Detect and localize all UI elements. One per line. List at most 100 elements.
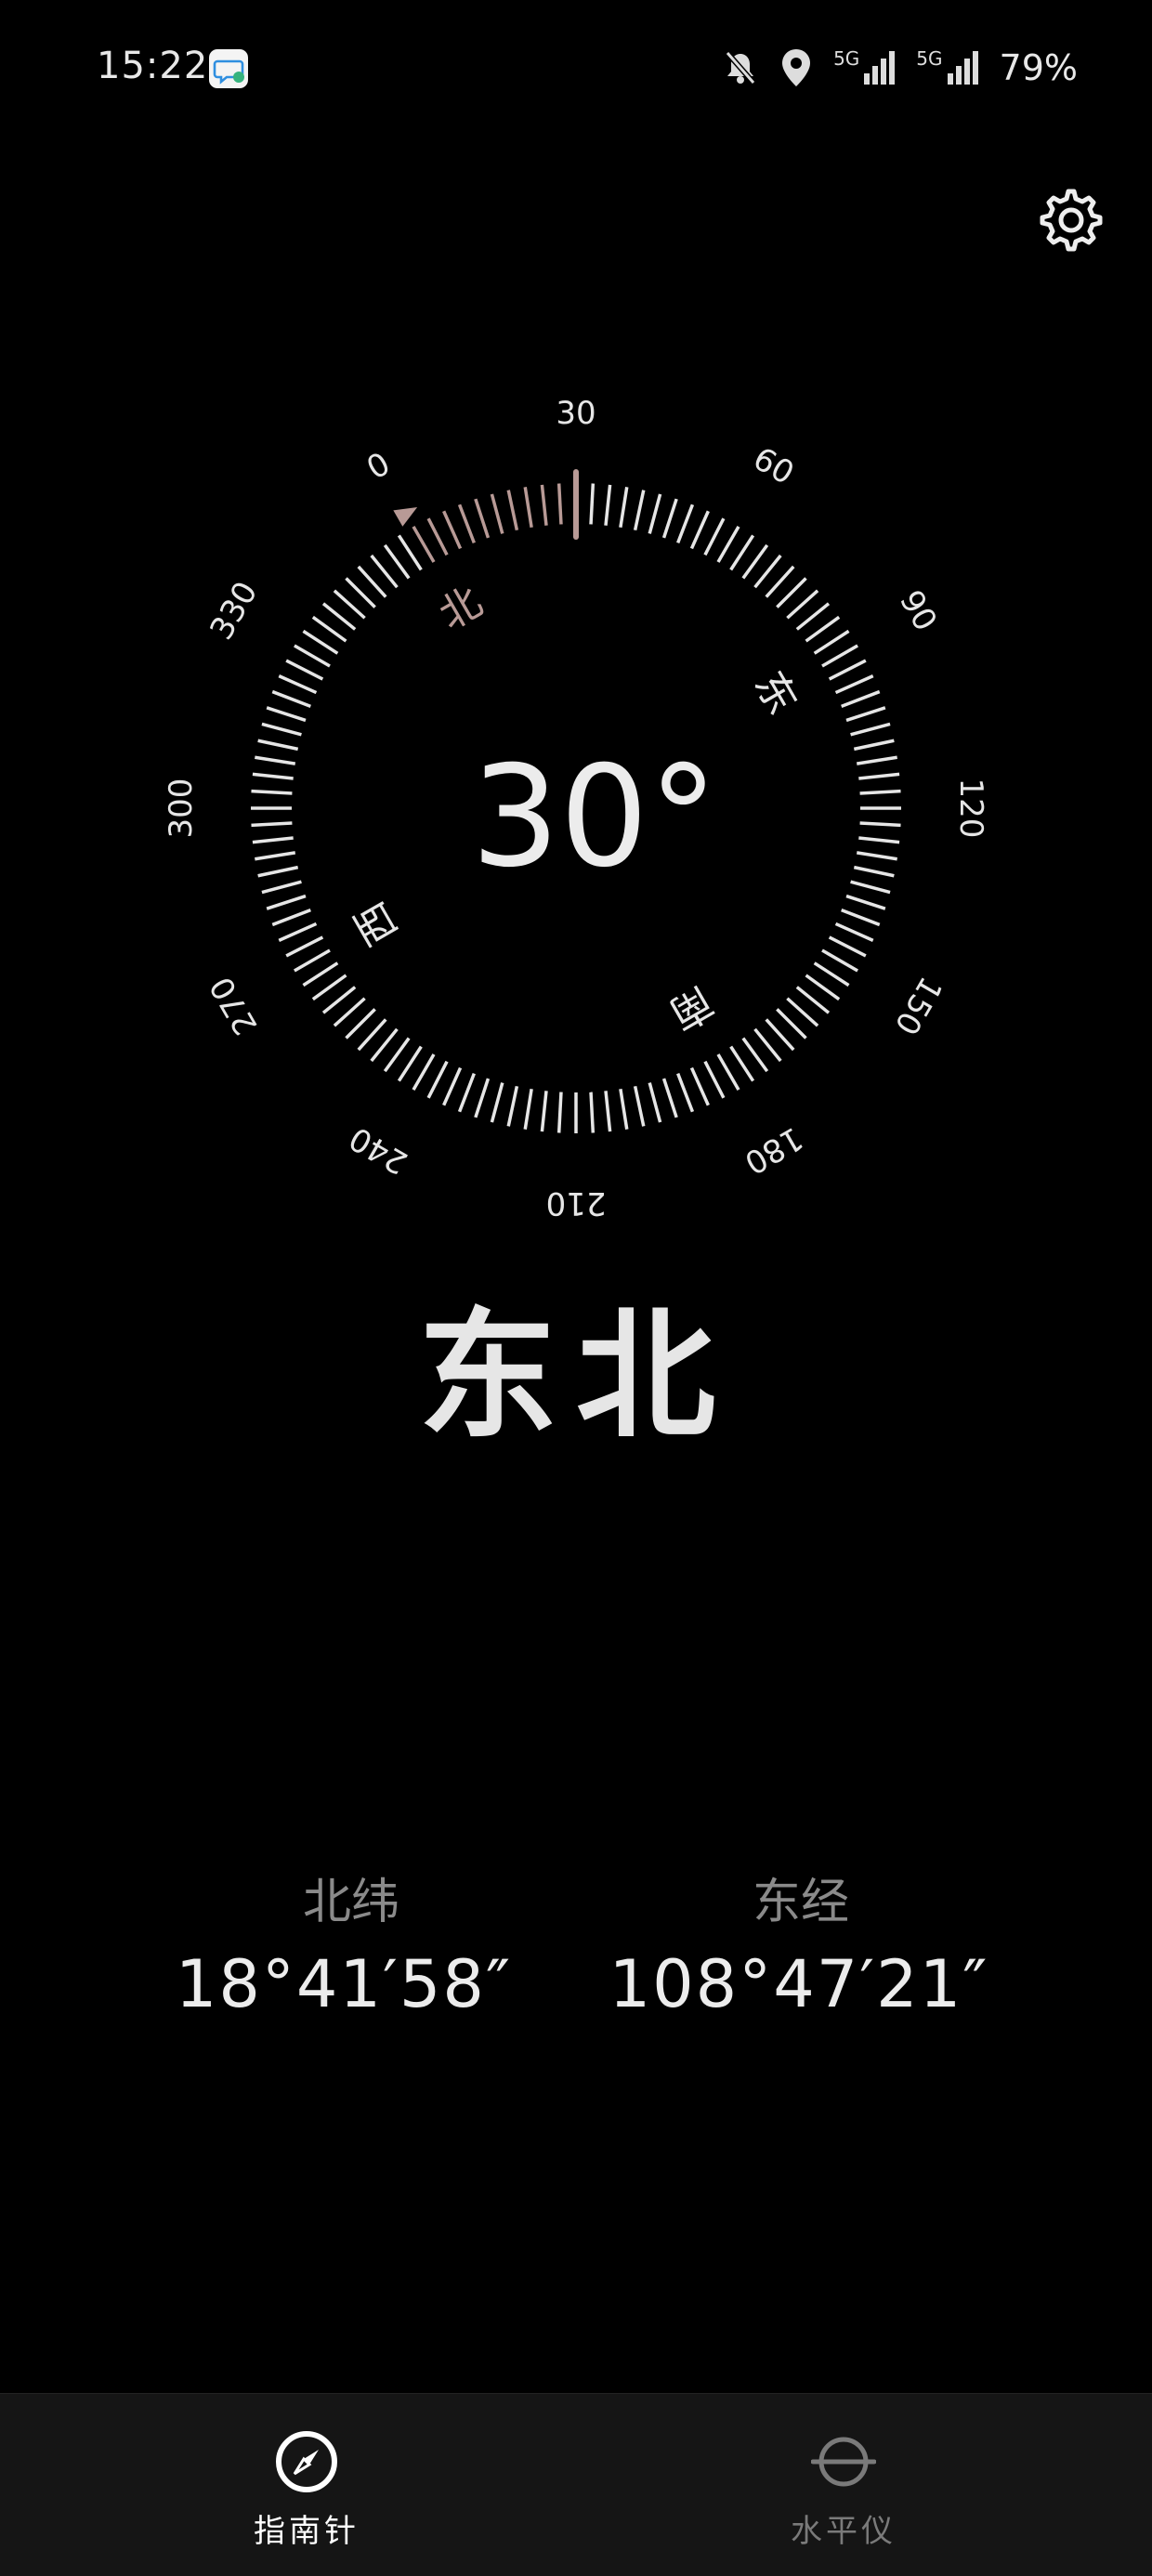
- signal-bars-icon: [864, 51, 896, 85]
- tab-compass[interactable]: 指南针: [167, 2429, 446, 2551]
- network-type-1: 5G: [833, 47, 860, 70]
- dial-tick: [506, 1085, 519, 1127]
- north-pointer-triangle: [393, 507, 418, 527]
- dial-tick: [604, 1091, 612, 1132]
- status-icons: 5G 5G 79%: [722, 45, 1078, 91]
- location-pin-icon: [782, 49, 811, 86]
- degree-label: 180: [738, 1119, 808, 1182]
- dial-tick: [795, 986, 831, 1014]
- dial-tick: [252, 772, 294, 780]
- dial-tick: [266, 706, 307, 723]
- dial-tick: [383, 543, 411, 580]
- dial-tick: [828, 935, 867, 958]
- dial-tick: [523, 1088, 533, 1130]
- degree-label: 60: [747, 440, 800, 492]
- dial-tick: [523, 487, 533, 529]
- dial-tick: [383, 1037, 411, 1073]
- dial-tick: [834, 922, 874, 942]
- dial-tick: [729, 1045, 755, 1082]
- dial-tick: [397, 534, 423, 571]
- degree-label: 210: [546, 1184, 607, 1222]
- dial-tick: [648, 493, 662, 534]
- compass-icon: [276, 2431, 337, 2492]
- compass-dial: 0306090120150180210240270300330 北 东 南 西 …: [163, 395, 989, 1222]
- tab-compass-label: 指南针: [254, 2513, 360, 2550]
- dial-tick: [261, 722, 302, 737]
- tab-level[interactable]: 水平仪: [704, 2429, 983, 2551]
- cardinal-south: 南: [661, 977, 721, 1039]
- degree-label: 240: [343, 1119, 413, 1182]
- dial-tick: [255, 755, 296, 765]
- dial-tick: [321, 602, 357, 631]
- dial-tick: [540, 484, 548, 526]
- dial-tick: [257, 739, 299, 752]
- dial-tick: [703, 1060, 726, 1099]
- dial-tick: [285, 935, 324, 958]
- dial-tick: [302, 961, 339, 987]
- bell-off-icon: [725, 51, 756, 85]
- dial-tick: [490, 1082, 504, 1123]
- dial-tick: [633, 490, 646, 531]
- dial-tick: [251, 821, 293, 828]
- message-icon: [209, 49, 248, 88]
- dial-tick: [856, 851, 897, 861]
- dial-tick: [252, 836, 294, 844]
- dial-tick: [661, 1078, 678, 1118]
- dial-tick: [266, 894, 307, 910]
- dial-tick: [619, 487, 629, 529]
- dial-tick: [856, 755, 897, 765]
- dial-tick: [345, 1008, 376, 1040]
- dial-tick: [853, 739, 895, 752]
- level-icon: [811, 2437, 876, 2487]
- dial-tick: [457, 1073, 476, 1113]
- degree-label: 30: [556, 395, 596, 432]
- dial-tick: [850, 880, 891, 895]
- dial-tick: [786, 589, 819, 620]
- gear-icon[interactable]: [1037, 186, 1106, 255]
- signal-bars-icon: [947, 51, 978, 85]
- dial-tick: [765, 1018, 795, 1052]
- dial-tick: [490, 493, 504, 534]
- dial-tick: [271, 689, 311, 708]
- degree-label: 0: [360, 445, 397, 487]
- degree-label: 120: [952, 778, 989, 839]
- dial-tick: [556, 1092, 563, 1133]
- dial-tick: [661, 498, 678, 539]
- dial-tick: [845, 894, 886, 910]
- dial-tick: [412, 1053, 436, 1091]
- dial-tick: [261, 880, 302, 895]
- dial-tick: [805, 615, 841, 643]
- degree-label: 300: [163, 778, 200, 839]
- status-time: 15:22: [97, 45, 209, 87]
- dial-tick: [311, 615, 347, 643]
- dial-tick: [540, 1091, 548, 1132]
- dial-tick: [841, 689, 881, 708]
- dial-tick: [648, 1082, 662, 1123]
- dial-tick: [753, 1027, 782, 1063]
- heading-degrees: 30°: [471, 737, 718, 898]
- dial-tick: [821, 948, 858, 973]
- dial-tick: [589, 1092, 596, 1133]
- cardinal-north: 北: [431, 578, 491, 639]
- degree-label: 90: [892, 584, 944, 637]
- dial-tick: [278, 674, 318, 695]
- dial-tick: [813, 961, 850, 987]
- dial-tick: [676, 1073, 695, 1113]
- dial-tick: [506, 490, 519, 531]
- dial-tick: [604, 484, 612, 526]
- longitude-label: 东经: [752, 1875, 849, 1930]
- dial-tick: [474, 498, 491, 539]
- dial-tick: [333, 589, 366, 620]
- longitude-value: 108°47′21″: [609, 1946, 989, 2022]
- dial-tick: [716, 1053, 740, 1091]
- dial-tick: [776, 1008, 807, 1040]
- dial-tick: [357, 565, 387, 598]
- dial-tick: [795, 602, 831, 631]
- dial-tick: [442, 1066, 463, 1106]
- degree-label: 330: [203, 575, 265, 646]
- dial-tick: [834, 674, 874, 695]
- dial-tick: [257, 865, 299, 878]
- dial-tick: [716, 526, 740, 563]
- dial-tick: [741, 1037, 769, 1073]
- dial-tick: [845, 706, 886, 723]
